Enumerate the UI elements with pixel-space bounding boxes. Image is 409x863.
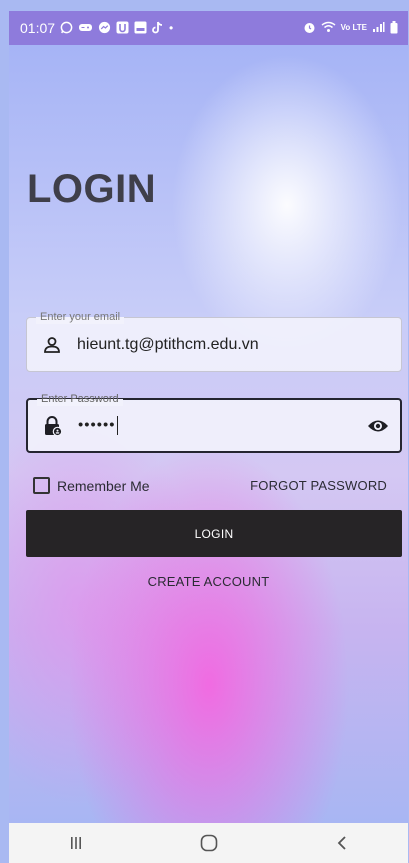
eye-icon[interactable] (356, 418, 400, 434)
checkbox-box[interactable] (33, 477, 50, 494)
login-screen: LOGIN Enter your email hieunt.tg@ptithcm… (9, 45, 408, 823)
status-time: 01:07 (20, 20, 56, 36)
volte-icon: Vo LTE (340, 23, 367, 32)
status-left: 01:07 • (20, 20, 173, 36)
remember-me-label: Remember Me (57, 477, 150, 494)
recents-icon[interactable] (46, 828, 106, 858)
forgot-password-link[interactable]: FORGOT PASSWORD (250, 478, 387, 493)
password-field[interactable]: Enter Password •••••• (26, 393, 402, 453)
login-button[interactable]: LOGIN (26, 510, 402, 557)
more-notifications-dot-icon: • (169, 21, 174, 35)
options-row: Remember Me FORGOT PASSWORD (33, 477, 387, 494)
tiktok-icon (152, 21, 164, 36)
gamepad-icon (78, 21, 93, 35)
password-value: •••••• (78, 416, 116, 434)
u-app-icon (116, 21, 129, 36)
status-right: Vo LTE (303, 20, 398, 36)
create-account-link[interactable]: CREATE ACCOUNT (9, 574, 408, 589)
wifi-icon (321, 21, 336, 35)
password-field-label: Enter Password (37, 393, 123, 406)
back-icon[interactable] (312, 828, 372, 858)
email-value: hieunt.tg@ptithcm.edu.vn (77, 335, 259, 353)
email-field[interactable]: Enter your email hieunt.tg@ptithcm.edu.v… (26, 311, 402, 372)
text-caret (116, 416, 119, 435)
status-bar: 01:07 • Vo LTE (9, 11, 408, 45)
alarm-icon (303, 21, 316, 36)
signal-icon (372, 21, 385, 35)
whatsapp-icon (60, 21, 73, 36)
person-icon (27, 335, 77, 355)
battery-icon (390, 20, 398, 36)
lock-icon (28, 415, 78, 437)
password-input[interactable]: •••••• (78, 416, 356, 435)
email-field-label: Enter your email (36, 311, 125, 324)
image-notification-icon (134, 21, 147, 36)
home-icon[interactable] (179, 828, 239, 858)
navigation-bar (9, 823, 408, 863)
remember-me-checkbox[interactable]: Remember Me (33, 477, 150, 494)
messenger-icon (98, 21, 111, 36)
page-title: LOGIN (27, 167, 157, 211)
